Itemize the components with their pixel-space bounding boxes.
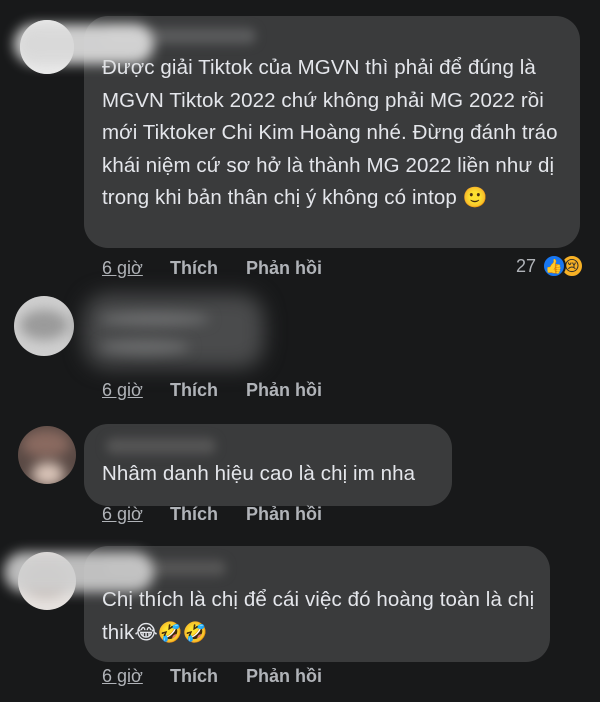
- avatar[interactable]: [14, 296, 74, 356]
- comment-bubble: Được giải Tiktok của MGVN thì phải để đú…: [14, 16, 580, 248]
- like-reaction-icon: 👍: [542, 254, 566, 278]
- like-button[interactable]: Thích: [170, 380, 246, 401]
- comment-actions: 6 giờ Thích Phản hồi: [102, 666, 322, 687]
- like-button[interactable]: Thích: [170, 504, 246, 525]
- avatar[interactable]: [18, 426, 76, 484]
- comment-2: 6 giờ Thích Phản hồi: [0, 290, 600, 412]
- reply-button[interactable]: Phản hồi: [246, 666, 322, 687]
- comment-text: Được giải Tiktok của MGVN thì phải để đú…: [102, 56, 564, 209]
- like-button[interactable]: Thích: [170, 666, 246, 687]
- comment-3: Nhâm danh hiệu cao là chị im nha 6 giờ T…: [0, 412, 600, 538]
- blurred-comment-content: [84, 294, 264, 368]
- comment-bubble: Chị thích là chị để cái việc đó hoàng to…: [4, 546, 550, 662]
- comment-text: Chị thích là chị để cái việc đó hoàng to…: [102, 588, 541, 644]
- like-button[interactable]: Thích: [170, 258, 246, 279]
- timestamp-link[interactable]: 6 giờ: [102, 504, 170, 525]
- author-blur-overlay: [4, 552, 154, 592]
- comment-bubble: Nhâm danh hiệu cao là chị im nha: [84, 424, 452, 506]
- comment-4: Chị thích là chị để cái việc đó hoàng to…: [0, 538, 600, 702]
- reply-button[interactable]: Phản hồi: [246, 504, 322, 525]
- author-name-blurred[interactable]: [106, 438, 216, 454]
- reply-button[interactable]: Phản hồi: [246, 380, 322, 401]
- reaction-summary[interactable]: 27 👍 😢: [516, 254, 584, 278]
- comment-actions: 6 giờ Thích Phản hồi: [102, 380, 322, 401]
- comment-actions: 6 giờ Thích Phản hồi: [102, 258, 322, 279]
- reply-button[interactable]: Phản hồi: [246, 258, 322, 279]
- comment-1: Được giải Tiktok của MGVN thì phải để đú…: [0, 0, 600, 290]
- smile-emoji: 🙂: [462, 187, 488, 209]
- laughing-emojis: 😂🤣🤣: [134, 621, 208, 644]
- timestamp-link[interactable]: 6 giờ: [102, 258, 170, 279]
- timestamp-link[interactable]: 6 giờ: [102, 666, 170, 687]
- comment-text: Nhâm danh hiệu cao là chị im nha: [102, 462, 416, 485]
- reaction-count: 27: [515, 255, 536, 276]
- comment-actions: 6 giờ Thích Phản hồi: [102, 504, 322, 525]
- author-blur-overlay: [14, 24, 154, 64]
- timestamp-link[interactable]: 6 giờ: [102, 380, 170, 401]
